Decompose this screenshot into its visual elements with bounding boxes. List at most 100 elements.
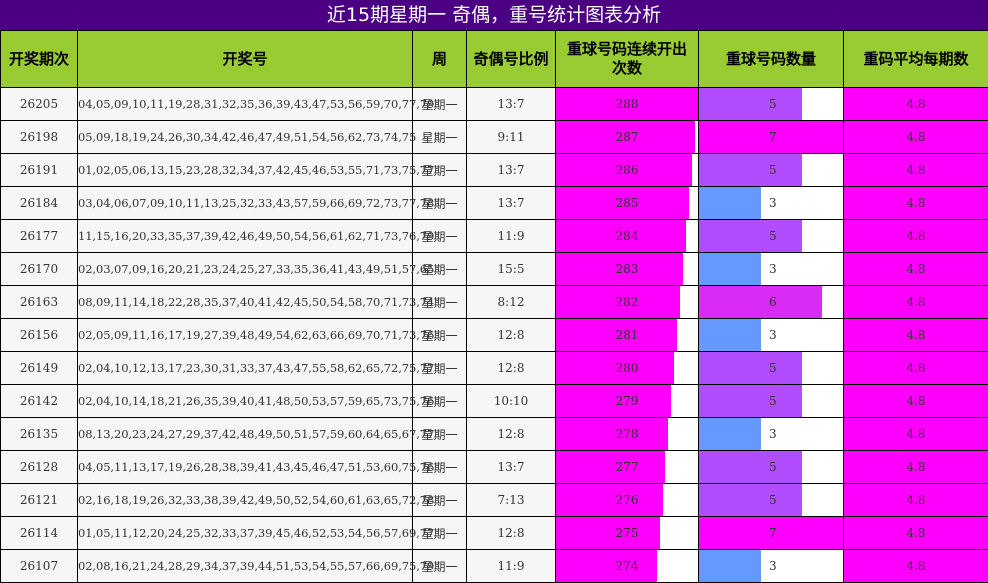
period-cell: 26142: [0, 384, 78, 418]
weekday-cell: 星期一: [412, 351, 467, 385]
table-row: 26142 02,04,10,14,18,21,26,35,39,40,41,48…: [0, 384, 988, 418]
ratio-cell: 12:8: [466, 318, 556, 352]
weekday-cell: 星期一: [412, 318, 467, 352]
count-cell: 5: [698, 483, 844, 517]
header-count: 重球号码数量: [698, 30, 844, 88]
ratio-cell: 11:9: [466, 549, 556, 583]
count-cell: 5: [698, 384, 844, 418]
table-row: 26198 05,09,18,19,24,26,30,34,42,46,47,49…: [0, 120, 988, 154]
consecutive-value: 276: [615, 493, 639, 507]
consecutive-cell: 278: [555, 417, 699, 451]
consecutive-value: 286: [615, 163, 639, 177]
numbers-cell: 02,05,09,11,16,17,19,27,39,48,49,54,62,6…: [77, 318, 434, 352]
count-value: 5: [769, 394, 777, 408]
table-row: 26121 02,16,18,19,26,32,33,38,39,42,49,50…: [0, 483, 988, 517]
period-cell: 26114: [0, 516, 78, 550]
consecutive-value: 284: [615, 229, 639, 243]
weekday-cell: 星期一: [412, 516, 467, 550]
page-title: 近15期星期一 奇偶，重号统计图表分析: [0, 0, 988, 30]
period-cell: 26184: [0, 186, 78, 220]
count-cell: 7: [698, 516, 844, 550]
ratio-cell: 13:7: [466, 450, 556, 484]
consecutive-value: 279: [615, 394, 639, 408]
weekday-cell: 星期一: [412, 219, 467, 253]
count-value: 5: [769, 229, 777, 243]
count-value: 7: [769, 526, 777, 540]
consecutive-cell: 283: [555, 252, 699, 286]
count-value: 6: [769, 295, 777, 309]
count-cell: 3: [698, 252, 844, 286]
table-row: 26135 08,13,20,23,24,27,29,37,42,48,49,50…: [0, 417, 988, 451]
ratio-cell: 7:13: [466, 483, 556, 517]
header-row: 开奖期次 开奖号 周 奇偶号比例 重球号码连续开出次数 重球号码数量 重码平均每…: [0, 30, 988, 88]
consecutive-cell: 281: [555, 318, 699, 352]
numbers-cell: 04,05,09,10,11,19,28,31,32,35,36,39,43,4…: [77, 87, 434, 121]
count-value: 3: [769, 262, 777, 276]
consecutive-value: 282: [615, 295, 639, 309]
table-row: 26163 08,09,11,14,18,22,28,35,37,40,41,42…: [0, 285, 988, 319]
count-value: 5: [769, 361, 777, 375]
weekday-cell: 星期一: [412, 120, 467, 154]
consecutive-cell: 277: [555, 450, 699, 484]
stats-table: 开奖期次 开奖号 周 奇偶号比例 重球号码连续开出次数 重球号码数量 重码平均每…: [0, 30, 988, 583]
period-cell: 26205: [0, 87, 78, 121]
count-cell: 3: [698, 549, 844, 583]
period-cell: 26177: [0, 219, 78, 253]
period-cell: 26191: [0, 153, 78, 187]
count-value: 3: [769, 559, 777, 573]
ratio-cell: 12:8: [466, 351, 556, 385]
count-value: 3: [769, 196, 777, 210]
table-row: 26156 02,05,09,11,16,17,19,27,39,48,49,54…: [0, 318, 988, 352]
ratio-cell: 13:7: [466, 153, 556, 187]
table-row: 26177 11,15,16,20,33,35,37,39,42,46,49,50…: [0, 219, 988, 253]
numbers-cell: 01,02,05,06,13,15,23,28,32,34,37,42,45,4…: [77, 153, 434, 187]
table-row: 26114 01,05,11,12,20,24,25,32,33,37,39,45…: [0, 516, 988, 550]
consecutive-value: 283: [615, 262, 639, 276]
count-value: 5: [769, 97, 777, 111]
header-period: 开奖期次: [0, 30, 78, 88]
consecutive-value: 278: [615, 427, 639, 441]
consecutive-cell: 280: [555, 351, 699, 385]
numbers-cell: 01,05,11,12,20,24,25,32,33,37,39,45,46,5…: [77, 516, 434, 550]
consecutive-cell: 276: [555, 483, 699, 517]
count-cell: 5: [698, 153, 844, 187]
count-cell: 5: [698, 87, 844, 121]
count-cell: 5: [698, 219, 844, 253]
header-ratio: 奇偶号比例: [466, 30, 556, 88]
count-value: 5: [769, 163, 777, 177]
header-average: 重码平均每期数: [843, 30, 988, 88]
weekday-cell: 星期一: [412, 483, 467, 517]
table-row: 26184 03,04,06,07,09,10,11,13,25,32,33,43…: [0, 186, 988, 220]
period-cell: 26107: [0, 549, 78, 583]
count-value: 3: [769, 427, 777, 441]
ratio-cell: 9:11: [466, 120, 556, 154]
count-value: 5: [769, 460, 777, 474]
weekday-cell: 星期一: [412, 153, 467, 187]
consecutive-value: 288: [615, 97, 639, 111]
period-cell: 26149: [0, 351, 78, 385]
consecutive-cell: 287: [555, 120, 699, 154]
consecutive-value: 277: [615, 460, 639, 474]
count-cell: 6: [698, 285, 844, 319]
ratio-cell: 15:5: [466, 252, 556, 286]
numbers-cell: 11,15,16,20,33,35,37,39,42,46,49,50,54,5…: [77, 219, 434, 253]
table-row: 26149 02,04,10,12,13,17,23,30,31,33,37,43…: [0, 351, 988, 385]
consecutive-cell: 288: [555, 87, 699, 121]
weekday-cell: 星期一: [412, 384, 467, 418]
count-cell: 3: [698, 417, 844, 451]
weekday-cell: 星期一: [412, 87, 467, 121]
period-cell: 26128: [0, 450, 78, 484]
consecutive-cell: 284: [555, 219, 699, 253]
weekday-cell: 星期一: [412, 417, 467, 451]
consecutive-cell: 282: [555, 285, 699, 319]
table-row: 26107 02,08,16,21,24,28,29,34,37,39,44,51…: [0, 549, 988, 583]
table-row: 26205 04,05,09,10,11,19,28,31,32,35,36,39…: [0, 87, 988, 121]
consecutive-value: 280: [615, 361, 639, 375]
ratio-cell: 10:10: [466, 384, 556, 418]
table-body: 26205 04,05,09,10,11,19,28,31,32,35,36,39…: [0, 87, 988, 583]
weekday-cell: 星期一: [412, 549, 467, 583]
weekday-cell: 星期一: [412, 450, 467, 484]
numbers-cell: 05,09,18,19,24,26,30,34,42,46,47,49,51,5…: [77, 120, 416, 154]
count-cell: 5: [698, 450, 844, 484]
count-cell: 3: [698, 318, 844, 352]
